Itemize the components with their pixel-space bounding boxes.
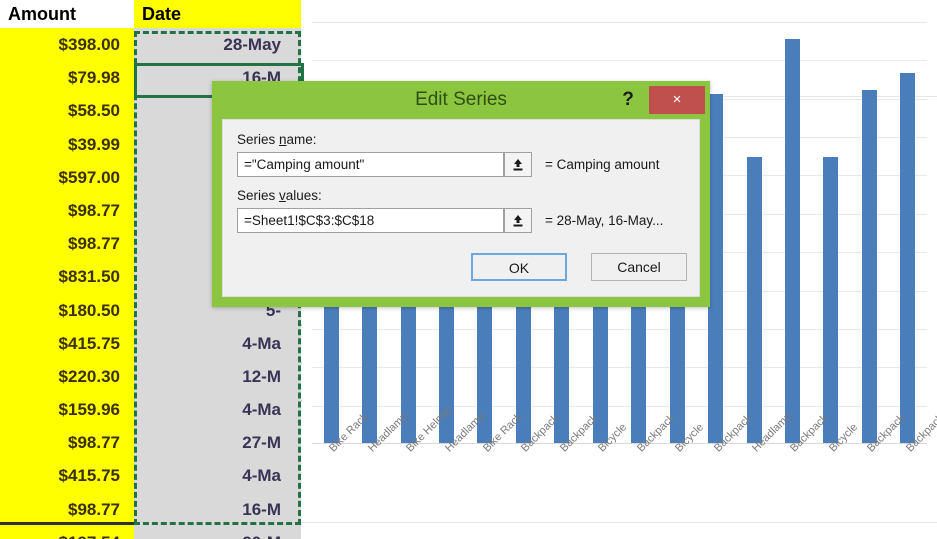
date-cell[interactable]: 27-M bbox=[134, 426, 301, 460]
edit-series-dialog[interactable]: Edit Series ? × Series name: =ʺCamping a… bbox=[212, 81, 710, 307]
bar[interactable] bbox=[784, 38, 800, 444]
amount-cell[interactable]: $98.77 bbox=[0, 193, 134, 228]
collapse-dialog-icon bbox=[513, 215, 523, 227]
amount-cell[interactable]: $98.77 bbox=[0, 492, 134, 526]
amount-cell[interactable]: $79.98 bbox=[0, 61, 134, 95]
dialog-title-text: Edit Series bbox=[415, 89, 507, 110]
column-amount: Amount $398.00 $79.98 $58.50 $39.99 $597.00 $… bbox=[0, 0, 134, 539]
amount-column-bottom-rule bbox=[0, 522, 134, 525]
series-name-label: Series name: bbox=[237, 132, 317, 147]
date-cell[interactable]: 4-Ma bbox=[134, 393, 301, 427]
series-values-label: Series values: bbox=[237, 188, 322, 203]
bar[interactable] bbox=[708, 93, 724, 444]
bar[interactable] bbox=[900, 72, 916, 444]
series-name-preview: = Camping amount bbox=[545, 157, 660, 172]
close-icon[interactable]: × bbox=[649, 86, 705, 114]
amount-cell[interactable]: $39.99 bbox=[0, 127, 134, 161]
series-name-range-select-button[interactable] bbox=[504, 152, 532, 177]
bar[interactable] bbox=[823, 157, 839, 444]
series-values-label-accesskey: v bbox=[279, 188, 286, 203]
amount-cell[interactable]: $415.75 bbox=[0, 326, 134, 360]
help-icon[interactable]: ? bbox=[618, 81, 638, 119]
collapse-dialog-icon bbox=[513, 159, 523, 171]
column-header-amount[interactable]: Amount bbox=[0, 0, 134, 28]
date-cell[interactable]: 28-May bbox=[134, 28, 301, 62]
series-name-label-accesskey: n bbox=[279, 132, 287, 147]
cancel-button[interactable]: Cancel bbox=[591, 253, 687, 281]
ok-button[interactable]: OK bbox=[471, 253, 567, 281]
screenshot-root: 2-May27-Apr22-Apr17-Apr Bike RackHeadlam… bbox=[0, 0, 937, 539]
amount-cell[interactable]: $98.77 bbox=[0, 426, 134, 460]
series-name-label-post: ame: bbox=[286, 132, 317, 147]
series-values-range-select-button[interactable] bbox=[504, 208, 532, 233]
date-cell[interactable]: 4-Ma bbox=[134, 326, 301, 360]
amount-cell[interactable]: $831.50 bbox=[0, 260, 134, 294]
amount-cell[interactable]: $98.77 bbox=[0, 227, 134, 261]
date-cell[interactable]: 4-Ma bbox=[134, 459, 301, 493]
chart-frame-bottom-edge bbox=[228, 522, 937, 523]
date-cell[interactable]: 20-M bbox=[134, 525, 301, 539]
bar[interactable] bbox=[861, 89, 877, 444]
series-name-label-pre: Series bbox=[237, 132, 280, 147]
chart-x-axis-labels: Bike Rack Headlamp Bike Helmet Headlamp Bike… bbox=[312, 404, 937, 518]
amount-cell[interactable]: $197.54 bbox=[0, 525, 134, 539]
date-cell[interactable]: 16-M bbox=[134, 492, 301, 526]
bar[interactable] bbox=[746, 157, 762, 444]
series-name-input[interactable]: =ʺCamping amountʺ bbox=[237, 152, 504, 177]
amount-cell[interactable]: $159.96 bbox=[0, 393, 134, 427]
amount-cell[interactable]: $220.30 bbox=[0, 359, 134, 394]
amount-cell[interactable]: $398.00 bbox=[0, 28, 134, 62]
amount-cell[interactable]: $58.50 bbox=[0, 94, 134, 128]
amount-cell[interactable]: $415.75 bbox=[0, 459, 134, 493]
series-values-label-post: alues: bbox=[285, 188, 322, 203]
date-cell[interactable]: 12-M bbox=[134, 359, 301, 394]
series-values-preview: = 28-May, 16-May... bbox=[545, 213, 664, 228]
series-values-label-pre: Series bbox=[237, 188, 280, 203]
dialog-title-bar: Edit Series ? × bbox=[212, 81, 710, 119]
series-values-input[interactable]: =Sheet1!$C$3:$C$18 bbox=[237, 208, 504, 233]
amount-cell[interactable]: $597.00 bbox=[0, 160, 134, 194]
dialog-body: Series name: =ʺCamping amountʺ = Camping… bbox=[222, 119, 700, 297]
amount-cell[interactable]: $180.50 bbox=[0, 293, 134, 327]
column-header-date[interactable]: Date bbox=[134, 0, 301, 28]
